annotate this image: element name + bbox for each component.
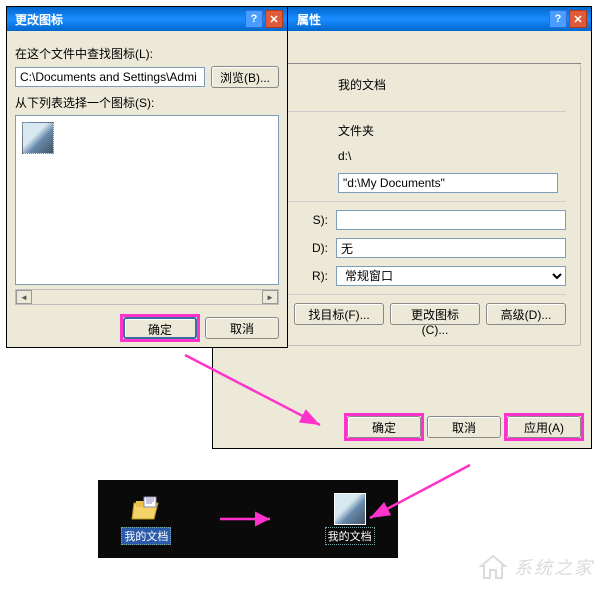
scroll-right-icon[interactable]: ► bbox=[262, 290, 278, 304]
change-icon-button[interactable]: 更改图标(C)... bbox=[390, 303, 480, 325]
props-apply-button[interactable]: 应用(A) bbox=[507, 416, 581, 438]
icon-cancel-button[interactable]: 取消 bbox=[205, 317, 279, 339]
folder-icon bbox=[130, 493, 162, 525]
help-icon[interactable]: ? bbox=[245, 10, 263, 28]
props-cancel-button[interactable]: 取消 bbox=[427, 416, 501, 438]
horizontal-scrollbar[interactable]: ◄ ► bbox=[15, 289, 279, 305]
icon-ok-button[interactable]: 确定 bbox=[123, 317, 197, 339]
icon-thumbnail[interactable] bbox=[22, 122, 54, 154]
help-icon[interactable]: ? bbox=[549, 10, 567, 28]
close-icon[interactable]: ✕ bbox=[569, 10, 587, 28]
icon-list[interactable] bbox=[15, 115, 279, 285]
advanced-button[interactable]: 高级(D)... bbox=[486, 303, 566, 325]
desktop-preview: 我的文档 我的文档 bbox=[98, 480, 398, 558]
custom-icon bbox=[334, 493, 366, 525]
select-icon-label: 从下列表选择一个图标(S): bbox=[15, 94, 279, 111]
desktop-icon-after: 我的文档 bbox=[325, 493, 375, 545]
change-icon-titlebar: 更改图标 ? ✕ bbox=[7, 7, 287, 31]
find-in-file-label: 在这个文件中查找图标(L): bbox=[15, 45, 279, 62]
change-icon-title: 更改图标 bbox=[11, 11, 243, 28]
window-select[interactable]: 常规窗口 bbox=[336, 266, 566, 286]
props-ok-button[interactable]: 确定 bbox=[347, 416, 421, 438]
field-s[interactable] bbox=[336, 210, 566, 230]
desktop-label-after: 我的文档 bbox=[325, 527, 375, 545]
scroll-left-icon[interactable]: ◄ bbox=[16, 290, 32, 304]
change-icon-dialog: 更改图标 ? ✕ 在这个文件中查找图标(L): 浏览(B)... 从下列表选择一… bbox=[6, 6, 288, 348]
watermark: 系统之家 bbox=[478, 554, 594, 580]
target-input[interactable] bbox=[338, 173, 558, 193]
close-icon[interactable]: ✕ bbox=[265, 10, 283, 28]
field-d[interactable] bbox=[336, 238, 566, 258]
desktop-label-before: 我的文档 bbox=[121, 527, 171, 545]
desktop-icon-before: 我的文档 bbox=[121, 493, 171, 545]
icon-path-input[interactable] bbox=[15, 67, 205, 87]
browse-button[interactable]: 浏览(B)... bbox=[211, 66, 279, 88]
find-target-button[interactable]: 找目标(F)... bbox=[294, 303, 384, 325]
arrow-icon bbox=[218, 509, 278, 529]
change-icon-body: 在这个文件中查找图标(L): 浏览(B)... 从下列表选择一个图标(S): ◄… bbox=[7, 31, 287, 347]
